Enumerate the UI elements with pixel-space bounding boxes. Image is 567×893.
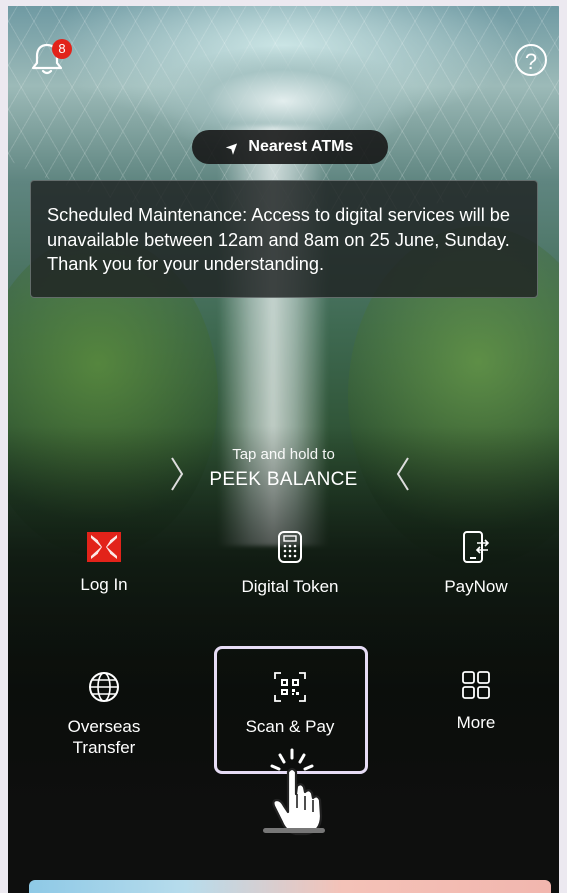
overseas-transfer-label: Overseas Transfer xyxy=(67,717,141,757)
more-label: More xyxy=(456,713,496,732)
location-arrow-icon: ➤ xyxy=(222,136,242,157)
nearest-atms-button[interactable]: ➤ Nearest ATMs xyxy=(192,130,388,164)
more-button[interactable]: More xyxy=(396,670,556,733)
token-device-icon xyxy=(278,531,302,563)
digital-token-button[interactable]: Digital Token xyxy=(210,530,370,597)
globe-icon xyxy=(89,672,119,702)
digital-token-label: Digital Token xyxy=(241,577,339,596)
home-indicator xyxy=(263,828,325,833)
paynow-button[interactable]: PayNow xyxy=(396,530,556,597)
overseas-transfer-button[interactable]: Overseas Transfer xyxy=(24,670,184,758)
grid-icon xyxy=(462,671,490,699)
login-button[interactable]: Log In xyxy=(24,532,184,595)
paynow-label: PayNow xyxy=(444,577,508,596)
peek-balance-label: PEEK BALANCE xyxy=(209,469,358,490)
maintenance-notice: Scheduled Maintenance: Access to digital… xyxy=(30,180,538,298)
peek-hint: Tap and hold to xyxy=(232,446,335,463)
notification-badge: 8 xyxy=(52,39,72,59)
promo-banner[interactable] xyxy=(29,880,551,893)
help-icon[interactable]: ? xyxy=(515,44,547,76)
nearest-atms-label: Nearest ATMs xyxy=(248,138,354,155)
peek-balance-area[interactable]: Tap and hold to PEEK BALANCE xyxy=(8,446,559,491)
phone-transfer-icon xyxy=(463,531,490,563)
bank-logo-icon xyxy=(87,532,121,562)
phone-screen: 8 ? ➤ Nearest ATMs Scheduled Maintenance… xyxy=(8,6,559,893)
login-label: Log In xyxy=(80,575,128,594)
chevron-left-icon xyxy=(396,457,409,491)
tap-hand-icon xyxy=(270,748,323,836)
